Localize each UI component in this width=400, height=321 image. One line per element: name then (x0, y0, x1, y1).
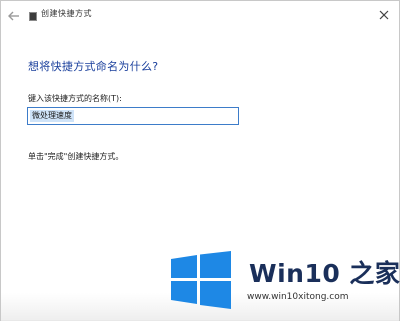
back-arrow-icon (8, 11, 19, 21)
close-icon (379, 10, 389, 20)
finish-hint: 单击"完成"创建快捷方式。 (28, 152, 124, 161)
window-title: 创建快捷方式 (41, 9, 92, 18)
close-button[interactable] (377, 7, 391, 21)
brand-url: www.win10xitong.com (247, 292, 349, 302)
shortcut-name-input[interactable]: 微处理速度 (27, 107, 239, 125)
back-button[interactable] (7, 8, 21, 22)
page-heading: 想将快捷方式命名为什么? (28, 60, 159, 73)
create-shortcut-window: 创建快捷方式 想将快捷方式命名为什么? 键入该快捷方式的名称(T): 微处理速度… (0, 0, 400, 321)
site-watermark: Win10 之家 www.win10xitong.com (1, 241, 400, 321)
brand-title: Win10 之家 (249, 259, 400, 288)
windows-logo-icon (171, 251, 231, 309)
shortcut-name-label: 键入该快捷方式的名称(T): (28, 94, 122, 103)
title-bar: 创建快捷方式 (1, 1, 399, 29)
shortcut-app-icon (29, 12, 37, 21)
shortcut-name-value: 微处理速度 (30, 110, 74, 122)
